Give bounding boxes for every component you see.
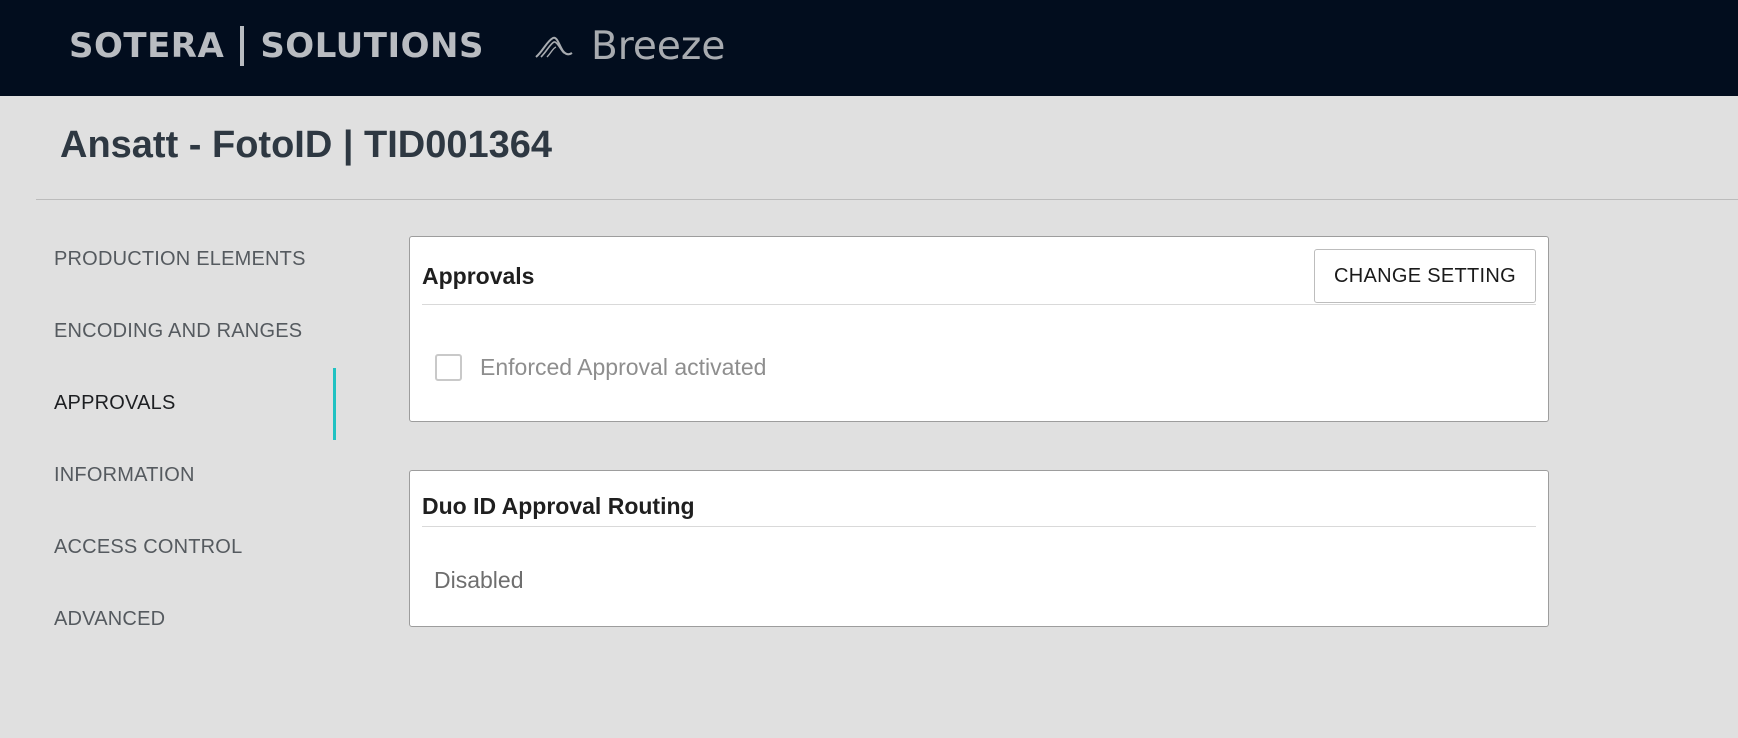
approvals-card-header: Approvals CHANGE SETTING: [422, 237, 1536, 305]
approvals-card-title: Approvals: [422, 263, 535, 289]
enforced-approval-label: Enforced Approval activated: [480, 354, 767, 380]
product-logo[interactable]: Breeze: [535, 24, 725, 69]
approval-routing-card-header: Duo ID Approval Routing: [422, 471, 1536, 527]
sidebar-item-encoding-and-ranges[interactable]: ENCODING AND RANGES: [54, 320, 302, 343]
sidebar-item-advanced[interactable]: ADVANCED: [54, 608, 165, 631]
approval-routing-card: Duo ID Approval Routing Disabled: [409, 470, 1549, 627]
enforced-approval-checkbox[interactable]: [435, 354, 462, 381]
sidebar-item-information[interactable]: INFORMATION: [54, 464, 195, 487]
breeze-wave-icon: [535, 36, 573, 58]
brand-separator: [240, 26, 245, 66]
sotera-logo[interactable]: SOTERA SOLUTIONS: [69, 26, 484, 66]
page-title: Ansatt - FotoID | TID001364: [60, 124, 553, 166]
enforced-approval-row[interactable]: Enforced Approval activated: [435, 354, 766, 381]
sidebar-item-access-control[interactable]: ACCESS CONTROL: [54, 536, 242, 559]
brand-right: SOLUTIONS: [260, 26, 484, 66]
approval-routing-card-title: Duo ID Approval Routing: [422, 493, 695, 519]
title-divider: [36, 199, 1738, 200]
product-name: Breeze: [591, 24, 726, 69]
sidebar-item-approvals[interactable]: APPROVALS: [54, 392, 175, 415]
active-nav-indicator: [333, 368, 336, 440]
brand-left: SOTERA: [69, 26, 225, 66]
sidebar-item-production-elements[interactable]: PRODUCTION ELEMENTS: [54, 248, 306, 271]
approval-routing-status: Disabled: [434, 567, 524, 593]
top-bar: SOTERA SOLUTIONS Breeze: [0, 0, 1738, 96]
change-setting-button[interactable]: CHANGE SETTING: [1314, 249, 1536, 303]
approvals-card: Approvals CHANGE SETTING Enforced Approv…: [409, 236, 1549, 422]
